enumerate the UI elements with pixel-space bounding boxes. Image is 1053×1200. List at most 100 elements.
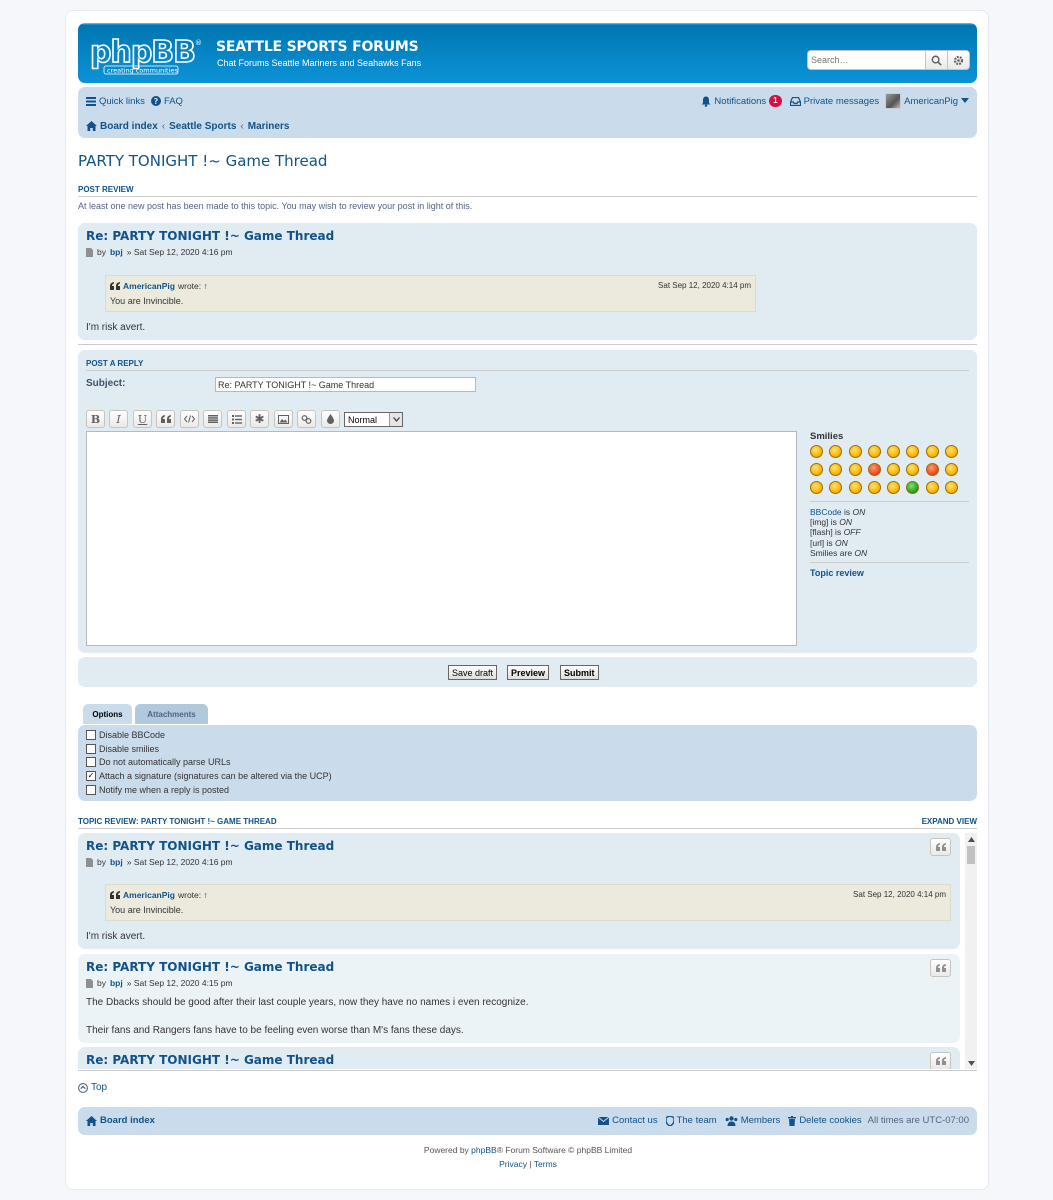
- smiley-icon[interactable]: [829, 481, 843, 494]
- smiley-icon[interactable]: [887, 481, 901, 494]
- contact-us-link[interactable]: Contact us: [598, 1115, 658, 1126]
- smiley-icon[interactable]: [848, 445, 862, 458]
- smiley-icon[interactable]: [887, 445, 901, 458]
- expand-view-link[interactable]: EXPAND VIEW: [922, 817, 977, 826]
- color-button[interactable]: [321, 410, 340, 428]
- phpbb-logo[interactable]: phpBB ® creating communities: [90, 35, 204, 75]
- post-icon[interactable]: [86, 978, 93, 988]
- quote-wrote[interactable]: wrote: ↑: [178, 281, 208, 291]
- quote-button[interactable]: [156, 410, 175, 428]
- save-draft-button[interactable]: Save draft: [448, 665, 498, 680]
- breadcrumb-seattle-sports[interactable]: Seattle Sports: [169, 121, 236, 132]
- smiley-icon[interactable]: [925, 463, 939, 476]
- option-attach-signature[interactable]: ✓ Attach a signature (signatures can be a…: [86, 769, 969, 783]
- checkbox[interactable]: [86, 784, 96, 795]
- option-notify-reply[interactable]: Notify me when a reply is posted: [86, 783, 969, 797]
- underline-button[interactable]: U: [133, 410, 152, 428]
- message-textarea[interactable]: [86, 431, 797, 646]
- scroll-up-icon[interactable]: [965, 833, 977, 845]
- tab-options[interactable]: Options: [83, 704, 132, 724]
- preview-button[interactable]: Preview: [507, 665, 550, 680]
- option-no-parse-urls[interactable]: Do not automatically parse URLs: [86, 755, 969, 769]
- quote-reply-button[interactable]: [930, 838, 951, 856]
- post-author[interactable]: bpj: [110, 857, 123, 867]
- smiley-icon[interactable]: [906, 481, 920, 494]
- submit-button[interactable]: Submit: [560, 665, 599, 680]
- search-input[interactable]: [808, 51, 925, 69]
- ordered-list-button[interactable]: [227, 410, 246, 428]
- option-disable-bbcode[interactable]: Disable BBCode: [86, 728, 969, 742]
- checkbox-checked[interactable]: ✓: [86, 770, 96, 781]
- faq-link[interactable]: ? FAQ: [150, 96, 183, 107]
- post-icon[interactable]: [86, 857, 93, 867]
- smiley-icon[interactable]: [848, 463, 862, 476]
- image-button[interactable]: [274, 410, 293, 428]
- delete-cookies-link[interactable]: Delete cookies: [788, 1115, 862, 1126]
- quote-reply-button[interactable]: [930, 1052, 951, 1069]
- post-author[interactable]: bpj: [110, 978, 123, 988]
- page-title[interactable]: PARTY TONIGHT !~ Game Thread: [78, 152, 327, 170]
- quote-reply-button[interactable]: [930, 959, 951, 977]
- bbcode-help-link[interactable]: BBCode: [810, 507, 842, 517]
- team-link[interactable]: The team: [665, 1115, 717, 1126]
- quick-links-menu[interactable]: Quick links: [86, 96, 145, 107]
- privacy-link[interactable]: Privacy: [499, 1159, 527, 1169]
- scrollbar-thumb[interactable]: [967, 846, 975, 864]
- user-menu[interactable]: AmericanPig: [885, 93, 969, 109]
- smiley-icon[interactable]: [906, 445, 920, 458]
- smiley-icon[interactable]: [925, 481, 939, 494]
- footer-board-index[interactable]: Board index: [86, 1115, 155, 1126]
- quote-author[interactable]: AmericanPig: [123, 281, 175, 291]
- phpbb-link[interactable]: phpBB: [471, 1145, 497, 1155]
- list-item-button[interactable]: ✱: [250, 410, 269, 428]
- smiley-icon[interactable]: [945, 445, 959, 458]
- smiley-icon[interactable]: [945, 481, 959, 494]
- checkbox[interactable]: [86, 729, 96, 740]
- site-title[interactable]: SEATTLE SPORTS FORUMS: [216, 39, 419, 55]
- top-link[interactable]: Top: [78, 1082, 107, 1093]
- private-messages-link[interactable]: Private messages: [789, 96, 879, 107]
- smiley-icon[interactable]: [810, 463, 823, 476]
- smiley-icon[interactable]: [810, 481, 823, 494]
- smiley-icon[interactable]: [848, 481, 862, 494]
- smiley-icon[interactable]: [906, 463, 920, 476]
- smiley-icon[interactable]: [867, 463, 881, 476]
- list-button[interactable]: [203, 410, 222, 428]
- search-button[interactable]: [925, 51, 947, 69]
- checkbox[interactable]: [86, 743, 96, 754]
- advanced-search-button[interactable]: [947, 51, 969, 69]
- terms-link[interactable]: Terms: [534, 1159, 557, 1169]
- smiley-icon[interactable]: [867, 445, 881, 458]
- smiley-icon[interactable]: [925, 445, 939, 458]
- breadcrumb-mariners[interactable]: Mariners: [248, 121, 290, 132]
- checkbox[interactable]: [86, 757, 96, 768]
- breadcrumb-board-index[interactable]: Board index: [100, 121, 158, 132]
- members-link[interactable]: Members: [725, 1115, 780, 1126]
- scroll-down-icon[interactable]: [965, 1057, 977, 1069]
- smiley-icon[interactable]: [810, 445, 823, 458]
- tab-attachments[interactable]: Attachments: [135, 704, 208, 724]
- subject-input[interactable]: [215, 377, 476, 392]
- post-icon[interactable]: [86, 247, 93, 257]
- smiley-icon[interactable]: [829, 463, 843, 476]
- smiley-icon[interactable]: [887, 463, 901, 476]
- post-author[interactable]: bpj: [110, 247, 123, 257]
- post-title[interactable]: Re: PARTY TONIGHT !~ Game Thread: [86, 1053, 334, 1067]
- smiley-icon[interactable]: [867, 481, 881, 494]
- link-button[interactable]: [297, 410, 316, 428]
- font-size-select[interactable]: Normal: [344, 412, 403, 427]
- italic-button[interactable]: I: [109, 410, 128, 428]
- topic-review-list[interactable]: Re: PARTY TONIGHT !~ Game Thread by bpj …: [78, 833, 977, 1069]
- notifications-link[interactable]: Notifications 1: [701, 95, 782, 107]
- post-title[interactable]: Re: PARTY TONIGHT !~ Game Thread: [86, 839, 334, 853]
- post-title[interactable]: Re: PARTY TONIGHT !~ Game Thread: [86, 960, 334, 974]
- smiley-icon[interactable]: [829, 445, 843, 458]
- scrollbar[interactable]: [965, 833, 977, 1069]
- smiley-icon[interactable]: [945, 463, 959, 476]
- quote-author[interactable]: AmericanPig: [123, 890, 175, 900]
- post-title[interactable]: Re: PARTY TONIGHT !~ Game Thread: [86, 229, 334, 243]
- topic-review-link[interactable]: Topic review: [810, 562, 969, 578]
- bold-button[interactable]: B: [86, 410, 105, 428]
- option-disable-smilies[interactable]: Disable smilies: [86, 742, 969, 756]
- code-button[interactable]: [180, 410, 199, 428]
